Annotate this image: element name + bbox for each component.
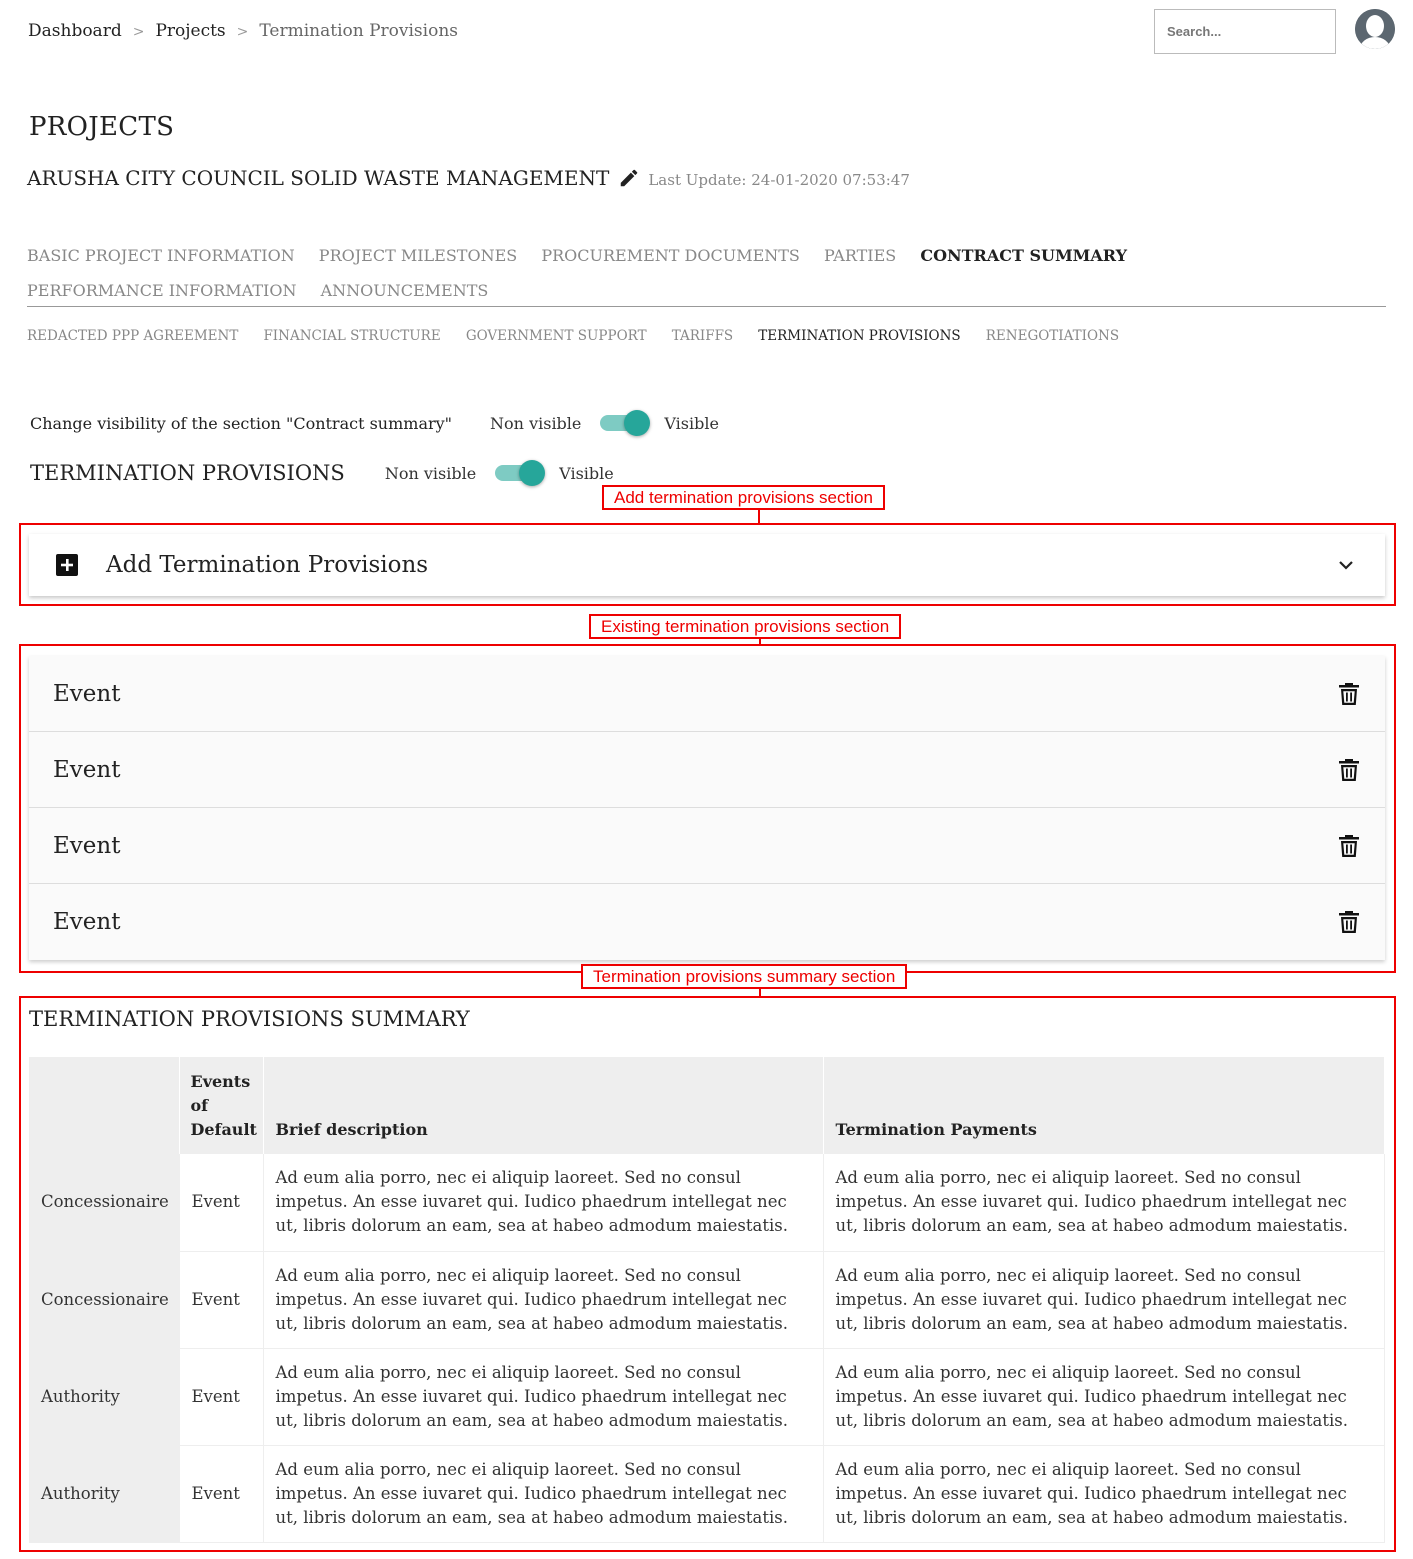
contract-summary-visibility-toggle[interactable] xyxy=(598,410,652,436)
payments-cell: Ad eum alia porro, nec ei aliquip laoree… xyxy=(823,1251,1385,1349)
tab-announcements[interactable]: ANNOUNCEMENTS xyxy=(321,273,489,308)
trash-icon[interactable] xyxy=(1337,833,1361,859)
chevron-down-icon[interactable] xyxy=(1337,556,1355,574)
breadcrumb: Dashboard > Projects > Termination Provision… xyxy=(28,21,458,41)
list-item[interactable]: Event xyxy=(29,656,1385,732)
payments-cell: Ad eum alia porro, nec ei aliquip laoree… xyxy=(823,1348,1385,1446)
visibility-label: Change visibility of the section "Contra… xyxy=(30,413,453,433)
tab-project-milestones[interactable]: PROJECT MILESTONES xyxy=(319,238,517,273)
event-cell: Event xyxy=(179,1154,264,1252)
list-item[interactable]: Event xyxy=(29,732,1385,808)
breadcrumb-projects-link[interactable]: Projects xyxy=(155,21,225,41)
annotation-add-label: Add termination provisions section xyxy=(602,485,885,510)
party-cell: Authority xyxy=(29,1445,180,1543)
summary-table: Events of Default Brief description Term… xyxy=(29,1057,1385,1543)
annotation-summary-label: Termination provisions summary section xyxy=(581,964,908,989)
table-header-row: Events of Default Brief description Term… xyxy=(29,1057,1385,1154)
section-title: TERMINATION PROVISIONS xyxy=(30,461,345,485)
event-title: Event xyxy=(53,909,121,935)
description-cell: Ad eum alia porro, nec ei aliquip laoree… xyxy=(263,1348,824,1446)
non-visible-label: Non visible xyxy=(490,413,582,433)
list-item[interactable]: Event xyxy=(29,808,1385,884)
tabs-divider xyxy=(27,306,1386,307)
subtab-government-support[interactable]: GOVERNMENT SUPPORT xyxy=(466,328,647,344)
page-title: PROJECTS xyxy=(29,112,175,142)
project-name: ARUSHA CITY COUNCIL SOLID WASTE MANAGEME… xyxy=(27,166,610,190)
toggle-knob xyxy=(519,460,546,486)
tab-contract-summary[interactable]: CONTRACT SUMMARY xyxy=(920,238,1127,273)
table-row: Concessionaire Event Ad eum alia porro, … xyxy=(29,1154,1385,1252)
subtab-financial-structure[interactable]: FINANCIAL STRUCTURE xyxy=(263,328,440,344)
last-update-text: Last Update: 24-01-2020 07:53:47 xyxy=(648,171,910,189)
contract-summary-visibility: Change visibility of the section "Contra… xyxy=(30,410,719,436)
event-title: Event xyxy=(53,680,121,707)
annotation-existing-label: Existing termination provisions section xyxy=(589,614,902,639)
summary-title: TERMINATION PROVISIONS SUMMARY xyxy=(29,1007,470,1031)
toggle-knob xyxy=(624,410,651,436)
tab-performance-information[interactable]: PERFORMANCE INFORMATION xyxy=(27,273,296,308)
description-cell: Ad eum alia porro, nec ei aliquip laoree… xyxy=(263,1445,824,1543)
breadcrumb-current: Termination Provisions xyxy=(259,21,459,41)
tab-basic-project-information[interactable]: BASIC PROJECT INFORMATION xyxy=(27,238,295,273)
user-icon xyxy=(1355,9,1395,49)
tab-procurement-documents[interactable]: PROCUREMENT DOCUMENTS xyxy=(541,238,800,273)
add-panel-title: Add Termination Provisions xyxy=(106,552,429,578)
table-row: Concessionaire Event Ad eum alia porro, … xyxy=(29,1251,1385,1349)
event-cell: Event xyxy=(179,1348,264,1446)
sub-tabs: REDACTED PPP AGREEMENT FINANCIAL STRUCTU… xyxy=(27,325,1139,344)
plus-square-icon xyxy=(56,554,78,576)
subtab-redacted-ppp-agreement[interactable]: REDACTED PPP AGREEMENT xyxy=(27,328,238,344)
pencil-icon[interactable] xyxy=(618,167,640,189)
event-cell: Event xyxy=(179,1251,264,1349)
subtab-termination-provisions[interactable]: TERMINATION PROVISIONS xyxy=(758,328,960,344)
tab-parties[interactable]: PARTIES xyxy=(824,238,896,273)
trash-icon[interactable] xyxy=(1337,681,1361,707)
list-item[interactable]: Event xyxy=(29,884,1385,960)
column-header-party xyxy=(29,1057,180,1154)
breadcrumb-separator: > xyxy=(132,24,145,40)
subtab-renegotiations[interactable]: RENEGOTIATIONS xyxy=(986,328,1119,344)
event-title: Event xyxy=(53,832,121,859)
table-row: Authority Event Ad eum alia porro, nec e… xyxy=(29,1348,1385,1446)
annotation-connector xyxy=(758,508,760,524)
trash-icon[interactable] xyxy=(1337,757,1361,783)
trash-icon[interactable] xyxy=(1337,909,1361,935)
description-cell: Ad eum alia porro, nec ei aliquip laoree… xyxy=(263,1251,824,1349)
breadcrumb-separator: > xyxy=(236,24,249,40)
event-list: Event Event Event Event xyxy=(29,656,1385,960)
description-cell: Ad eum alia porro, nec ei aliquip laoree… xyxy=(263,1154,824,1252)
subtab-tariffs[interactable]: TARIFFS xyxy=(672,328,734,344)
payments-cell: Ad eum alia porro, nec ei aliquip laoree… xyxy=(823,1154,1385,1252)
party-cell: Concessionaire xyxy=(29,1251,180,1349)
event-cell: Event xyxy=(179,1445,264,1543)
search-input[interactable] xyxy=(1154,9,1336,54)
main-tabs: BASIC PROJECT INFORMATION PROJECT MILEST… xyxy=(27,238,1387,308)
visible-label: Visible xyxy=(664,413,719,433)
termination-provisions-header: TERMINATION PROVISIONS Non visible Visib… xyxy=(30,460,614,486)
column-header-events-of-default: Events of Default xyxy=(179,1057,264,1154)
column-header-termination-payments: Termination Payments xyxy=(823,1057,1385,1154)
party-cell: Concessionaire xyxy=(29,1154,180,1252)
party-cell: Authority xyxy=(29,1348,180,1446)
non-visible-label: Non visible xyxy=(384,463,477,483)
visible-label: Visible xyxy=(559,463,614,483)
column-header-brief-description: Brief description xyxy=(263,1057,824,1154)
table-row: Authority Event Ad eum alia porro, nec e… xyxy=(29,1445,1385,1543)
termination-provisions-visibility-toggle[interactable] xyxy=(493,460,547,486)
event-title: Event xyxy=(53,756,121,783)
add-termination-provisions-panel[interactable]: Add Termination Provisions xyxy=(29,534,1385,596)
avatar[interactable] xyxy=(1355,9,1395,49)
breadcrumb-dashboard-link[interactable]: Dashboard xyxy=(28,21,122,41)
payments-cell: Ad eum alia porro, nec ei aliquip laoree… xyxy=(823,1445,1385,1543)
project-header: ARUSHA CITY COUNCIL SOLID WASTE MANAGEME… xyxy=(27,166,910,190)
